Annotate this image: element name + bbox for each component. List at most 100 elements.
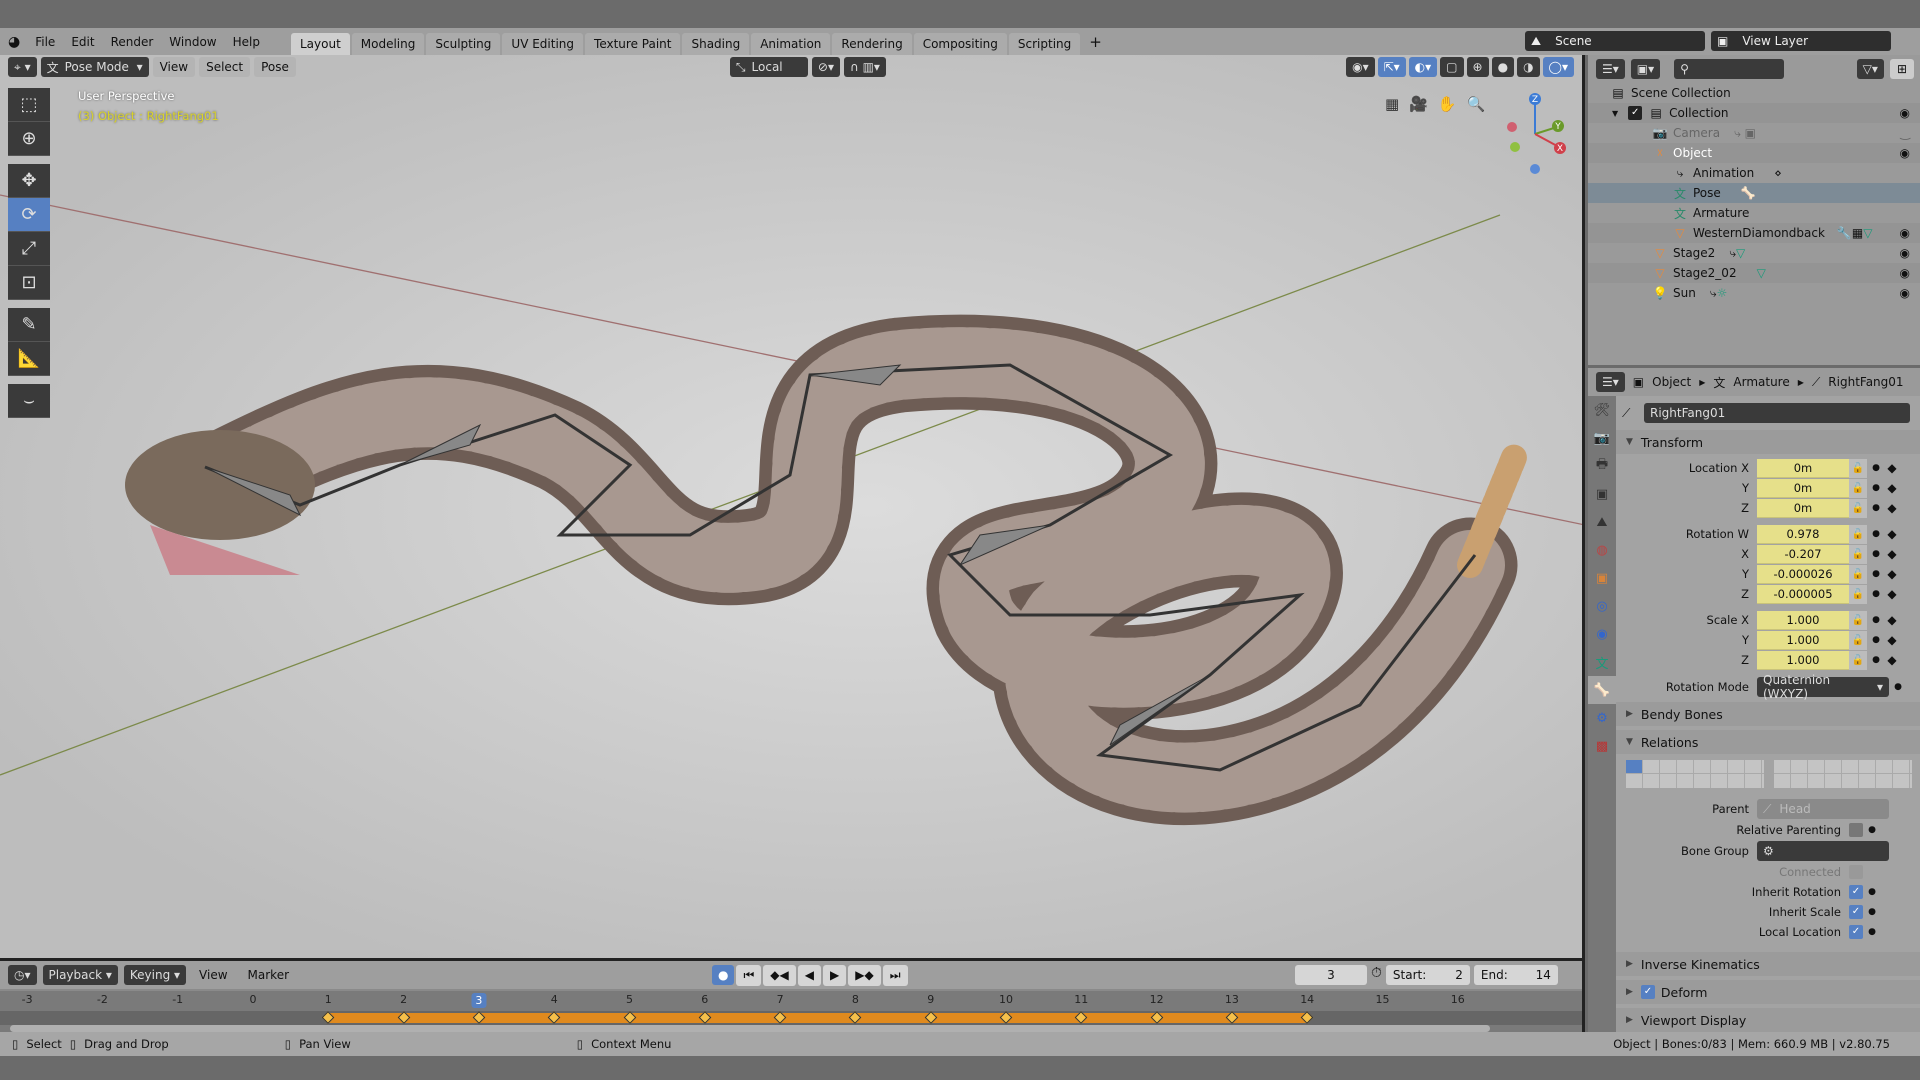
- menu-file[interactable]: File: [28, 35, 62, 49]
- location-z-field[interactable]: 0m: [1757, 498, 1849, 518]
- outliner-westerndiamondback[interactable]: ▽ WesternDiamondback 🔧▦▽ ◉: [1588, 223, 1920, 243]
- view-layer-selector[interactable]: ▣ View Layer: [1711, 31, 1891, 51]
- blender-logo-icon[interactable]: ◕: [8, 34, 20, 50]
- scale-tool[interactable]: ⤢: [8, 232, 50, 266]
- select-box-tool[interactable]: ⬚: [8, 88, 50, 122]
- menu-render[interactable]: Render: [104, 35, 161, 49]
- lock-icon[interactable]: 🔓: [1849, 564, 1867, 584]
- eye-icon[interactable]: ◉: [1900, 266, 1910, 280]
- menu-edit[interactable]: Edit: [64, 35, 101, 49]
- timeline-marker-menu[interactable]: Marker: [241, 968, 296, 982]
- move-tool[interactable]: ✥: [8, 164, 50, 198]
- rotation-x-field[interactable]: -0.207: [1757, 544, 1849, 564]
- camera-view-icon[interactable]: 🎥: [1409, 95, 1428, 113]
- rotate-tool[interactable]: ⟳: [8, 198, 50, 232]
- lock-icon[interactable]: 🔓: [1849, 544, 1867, 564]
- keyframe-icon[interactable]: ◆: [1885, 613, 1899, 627]
- keyframe-icon[interactable]: ◆: [1885, 633, 1899, 647]
- outliner-editor-type[interactable]: ☰▾: [1596, 59, 1625, 79]
- stopwatch-icon[interactable]: ⏱: [1371, 965, 1382, 985]
- measure-tool[interactable]: 📐: [8, 342, 50, 376]
- jump-end-button[interactable]: ⏭: [882, 965, 908, 986]
- location-y-field[interactable]: 0m: [1757, 478, 1849, 498]
- timeline-editor-type[interactable]: ◷▾: [8, 965, 37, 985]
- lock-icon[interactable]: 🔓: [1849, 524, 1867, 544]
- tab-armature-data[interactable]: ⽂: [1588, 648, 1616, 676]
- menu-help[interactable]: Help: [226, 35, 267, 49]
- tab-object[interactable]: ▣: [1588, 564, 1616, 592]
- lock-icon[interactable]: 🔓: [1849, 650, 1867, 670]
- zoom-icon[interactable]: 🔍: [1467, 95, 1486, 113]
- scale-x-field[interactable]: 1.000: [1757, 610, 1849, 630]
- play-reverse-button[interactable]: ◀: [797, 965, 821, 986]
- outliner-camera[interactable]: 📷 Camera ⤷ ▣ ‿: [1588, 123, 1920, 143]
- connected-checkbox[interactable]: [1849, 865, 1863, 879]
- outliner-sun[interactable]: 💡 Sun ⤷☼ ◉: [1588, 283, 1920, 303]
- bone-layers-grid[interactable]: [1626, 760, 1914, 788]
- keyframe-icon[interactable]: ◆: [1885, 481, 1899, 495]
- transform-tool[interactable]: ⊡: [8, 266, 50, 300]
- auto-keying-toggle[interactable]: ●: [712, 965, 735, 985]
- eye-closed-icon[interactable]: ‿: [1900, 126, 1910, 140]
- outliner-search-input[interactable]: ⚲: [1674, 59, 1785, 79]
- keyframe-icon[interactable]: ◆: [1885, 501, 1899, 515]
- rotation-z-field[interactable]: -0.000005: [1757, 584, 1849, 604]
- outliner-scene-collection[interactable]: ▤ Scene Collection: [1588, 83, 1920, 103]
- timeline-scrollbar[interactable]: [10, 1025, 1490, 1032]
- mode-selector[interactable]: ⽂ Pose Mode ▾: [40, 57, 149, 77]
- end-frame-field[interactable]: End: 14: [1473, 965, 1558, 985]
- next-keyframe-button[interactable]: ▶◆: [848, 965, 881, 986]
- parent-field[interactable]: ⟋ Head: [1757, 799, 1889, 819]
- inverse-kinematics-panel-header[interactable]: ▶ Inverse Kinematics: [1616, 952, 1920, 976]
- outliner-pose[interactable]: ⽂ Pose 🦴: [1588, 183, 1920, 203]
- shading-solid[interactable]: ●: [1491, 57, 1515, 77]
- filter-button[interactable]: ▽▾: [1856, 59, 1884, 79]
- tab-view-layer[interactable]: ▣: [1588, 480, 1616, 508]
- relations-panel-header[interactable]: ▼ Relations: [1616, 730, 1920, 754]
- properties-editor-type[interactable]: ☰▾: [1596, 372, 1625, 392]
- lock-icon[interactable]: 🔓: [1849, 630, 1867, 650]
- lock-icon[interactable]: 🔓: [1849, 584, 1867, 604]
- pivot-button[interactable]: ⊘▾: [811, 57, 840, 77]
- outliner-animation[interactable]: ⤷ Animation ⋄: [1588, 163, 1920, 183]
- rotation-y-field[interactable]: -0.000026: [1757, 564, 1849, 584]
- cursor-tool[interactable]: ⊕: [8, 122, 50, 156]
- annotate-tool[interactable]: ✎: [8, 308, 50, 342]
- shading-wireframe[interactable]: ⊕: [1466, 57, 1489, 77]
- tab-bone-constraints[interactable]: ⚙: [1588, 704, 1616, 732]
- scale-z-field[interactable]: 1.000: [1757, 650, 1849, 670]
- bone-group-field[interactable]: ⚙: [1757, 841, 1889, 861]
- outliner-object[interactable]: ☓ Object ◉: [1588, 143, 1920, 163]
- tab-scene[interactable]: ⛰: [1588, 508, 1616, 536]
- keying-menu[interactable]: Keying ▾: [123, 965, 187, 985]
- lock-icon[interactable]: 🔓: [1849, 610, 1867, 630]
- toggle-grid-icon[interactable]: ▦: [1385, 95, 1399, 113]
- outliner-collection[interactable]: ▼ ✓ ▤ Collection ◉: [1588, 103, 1920, 123]
- keyframe-icon[interactable]: ◆: [1885, 587, 1899, 601]
- playback-menu[interactable]: Playback ▾: [42, 965, 118, 985]
- overlay-toggle[interactable]: ◐▾: [1408, 57, 1438, 77]
- add-workspace-button[interactable]: +: [1082, 33, 1109, 51]
- keyframe-icon[interactable]: ◆: [1885, 547, 1899, 561]
- tab-layout[interactable]: Layout: [290, 32, 350, 55]
- navigation-gizmo[interactable]: Z Y X: [1495, 89, 1575, 179]
- tab-texture[interactable]: ▩: [1588, 732, 1616, 760]
- editor-type-button[interactable]: ⌖ ▾: [8, 57, 37, 77]
- lock-icon[interactable]: 🔓: [1849, 498, 1867, 518]
- tab-bone[interactable]: 🦴: [1588, 676, 1616, 704]
- tab-compositing[interactable]: Compositing: [913, 32, 1007, 55]
- tab-animation[interactable]: Animation: [751, 32, 831, 55]
- menu-window[interactable]: Window: [162, 35, 223, 49]
- tab-world[interactable]: ◍: [1588, 536, 1616, 564]
- transform-panel-header[interactable]: ▼ Transform: [1616, 430, 1920, 454]
- viewport-display-panel-header[interactable]: ▶ Viewport Display: [1616, 1008, 1920, 1032]
- timeline-view-menu[interactable]: View: [192, 968, 234, 982]
- tab-physics[interactable]: ◉: [1588, 620, 1616, 648]
- location-x-field[interactable]: 0m: [1757, 458, 1849, 478]
- tab-tool[interactable]: 🛠: [1588, 396, 1616, 424]
- tab-shading[interactable]: Shading: [682, 32, 750, 55]
- visibility-button[interactable]: ◉▾: [1346, 57, 1375, 77]
- scale-y-field[interactable]: 1.000: [1757, 630, 1849, 650]
- local-location-checkbox[interactable]: ✓: [1849, 925, 1863, 939]
- new-collection-button[interactable]: ⊞: [1889, 59, 1914, 79]
